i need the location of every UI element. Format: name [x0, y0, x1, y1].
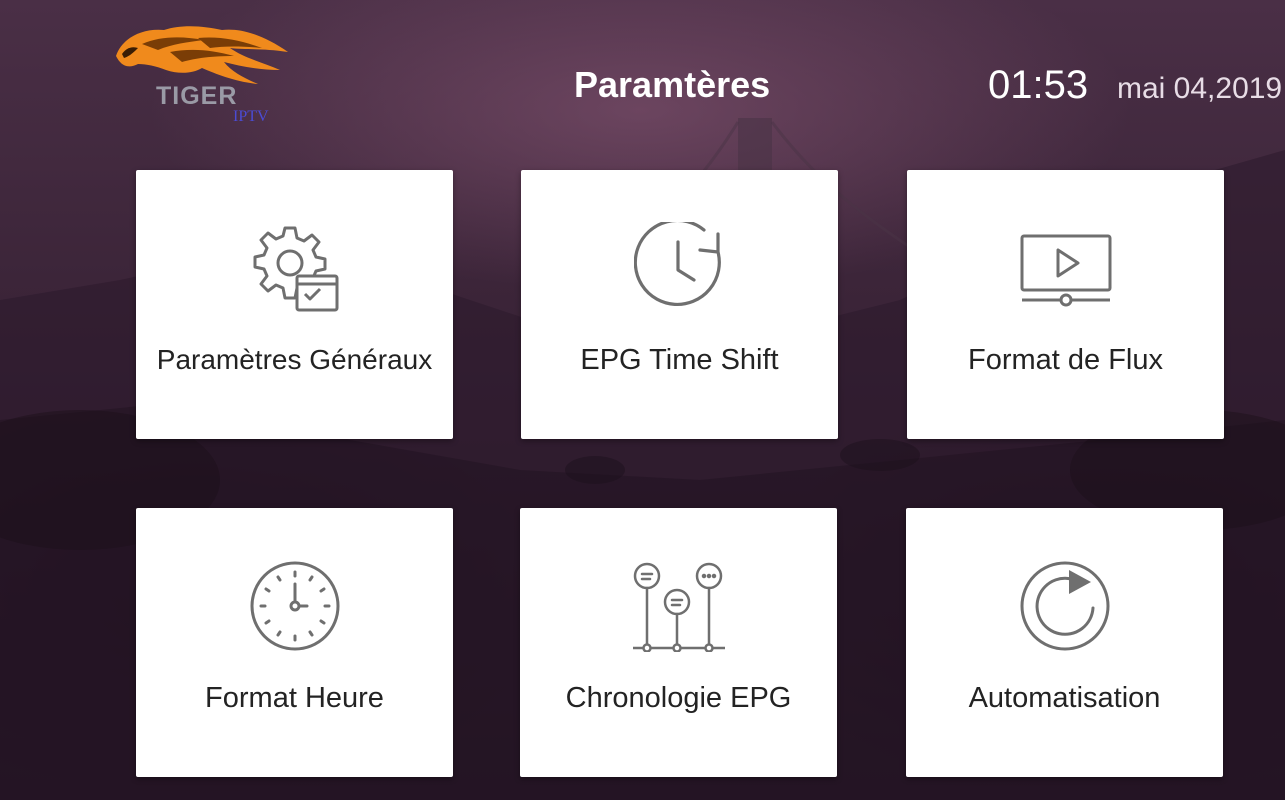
clock-time: 01:53: [988, 63, 1089, 107]
tile-label: Format de Flux: [968, 344, 1163, 376]
gear-settings-icon: [253, 226, 339, 312]
tile-label: Automatisation: [968, 682, 1161, 714]
tile-automation[interactable]: Automatisation: [906, 508, 1223, 777]
tile-epg-time-shift[interactable]: EPG Time Shift: [521, 170, 838, 439]
tile-label: Paramètres Généraux: [156, 344, 433, 375]
tile-label: Chronologie EPG: [565, 682, 792, 714]
clock-date: mai 04,2019: [1117, 72, 1283, 105]
page-title: Paramtères: [574, 64, 771, 105]
tile-label: EPG Time Shift: [580, 344, 779, 376]
wall-clock-icon: [250, 561, 340, 651]
auto-refresh-icon: [1020, 561, 1110, 651]
video-player-icon: [1020, 234, 1112, 307]
tile-label: Format Heure: [205, 682, 384, 714]
timeline-icon: [633, 562, 725, 652]
tile-stream-format[interactable]: Format de Flux: [907, 170, 1224, 439]
clock-refresh-icon: [634, 222, 721, 307]
tile-general-settings[interactable]: Paramètres Généraux: [136, 170, 453, 439]
tile-time-format[interactable]: Format Heure: [136, 508, 453, 777]
logo-subtext: IPTV: [233, 108, 269, 125]
tile-epg-timeline[interactable]: Chronologie EPG: [520, 508, 837, 777]
